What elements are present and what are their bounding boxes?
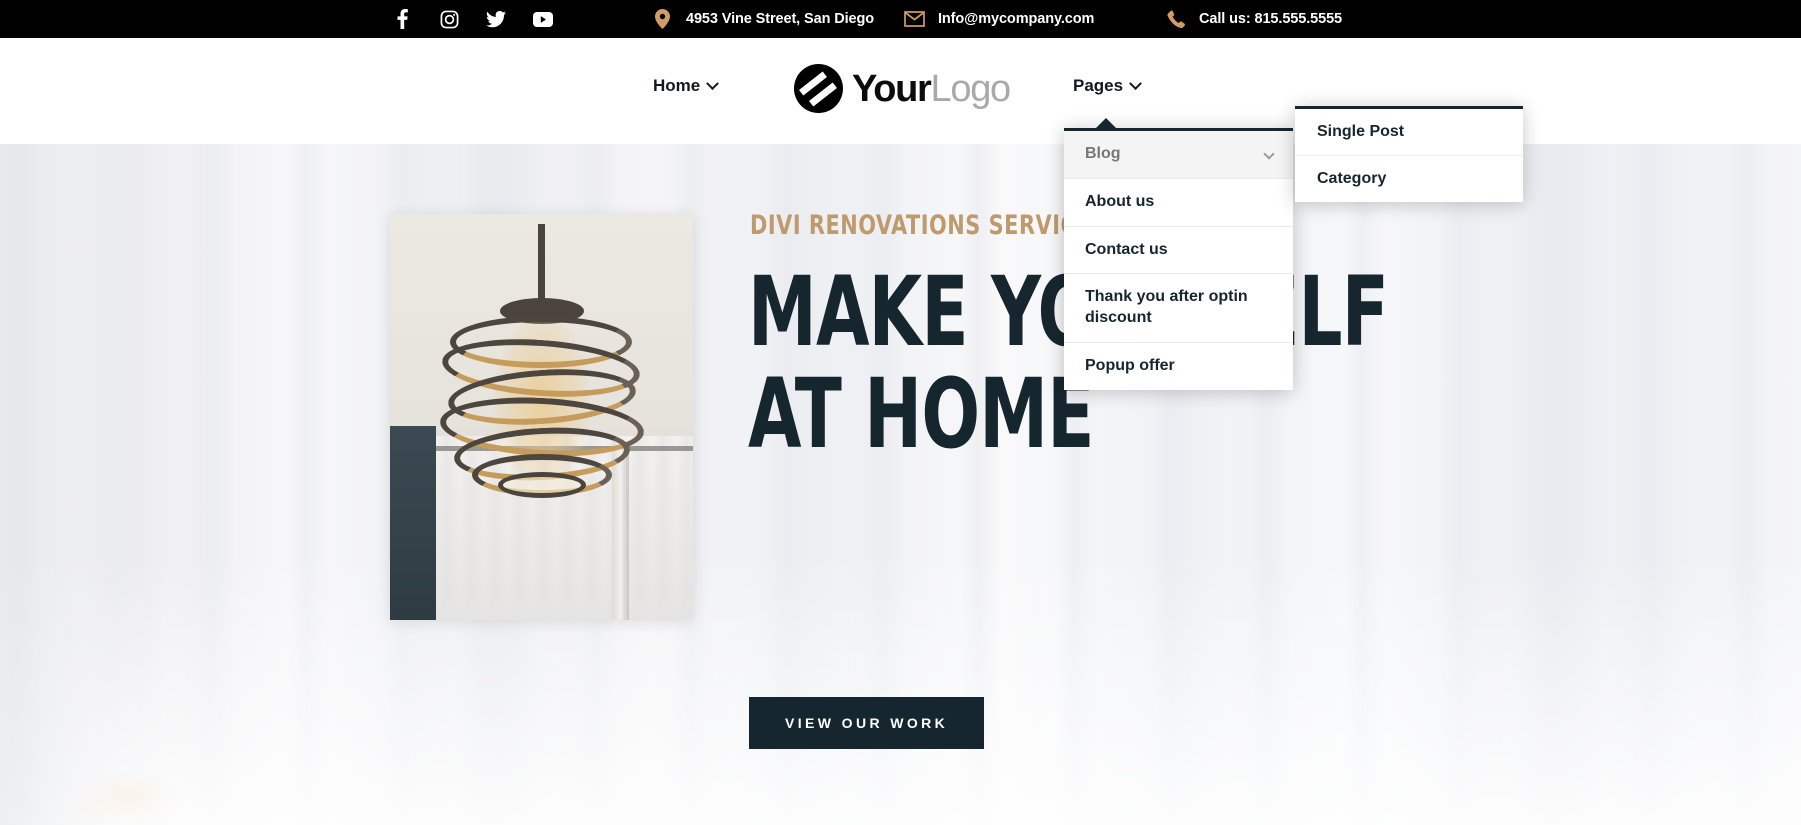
dropdown-item-blog-label: Blog: [1085, 145, 1121, 162]
address-info[interactable]: 4953 Vine Street, San Diego: [652, 9, 874, 30]
chandelier-illustration: [432, 224, 652, 544]
dropdown-item-popup-offer-label: Popup offer: [1085, 356, 1175, 374]
chevron-down-icon: [706, 76, 720, 90]
phone-info[interactable]: Call us: 815.555.5555: [1165, 9, 1342, 30]
nav-item-pages[interactable]: Pages: [1073, 76, 1142, 96]
submenu-item-category[interactable]: Category: [1295, 156, 1523, 202]
nav-item-pages-label: Pages: [1073, 76, 1124, 95]
dropdown-item-contact-us[interactable]: Contact us: [1064, 227, 1293, 275]
submenu-item-category-label: Category: [1317, 170, 1387, 187]
logo-text-secondary: Logo: [930, 67, 1012, 110]
dropdown-item-about-us[interactable]: About us: [1064, 179, 1293, 227]
chevron-down-icon: [1129, 76, 1142, 90]
chevron-down-icon: [1263, 148, 1275, 160]
twitter-icon[interactable]: [486, 9, 506, 29]
site-logo[interactable]: YourLogo: [794, 64, 1012, 113]
location-pin-icon: [652, 9, 673, 30]
dropdown-item-about-us-label: About us: [1085, 192, 1155, 210]
dropdown-item-thank-you-label: Thank you after optin discount: [1085, 288, 1248, 327]
logo-text: YourLogo: [852, 67, 1012, 110]
social-links: [392, 9, 553, 29]
submenu-item-single-post[interactable]: Single Post: [1295, 109, 1523, 156]
chandelier-base: [498, 472, 586, 498]
phone-icon: [1165, 9, 1186, 30]
logo-mark-icon: [794, 64, 843, 113]
phone-text: Call us: 815.555.5555: [1199, 11, 1342, 27]
photo-dark-wall: [390, 426, 436, 620]
logo-text-primary: Your: [852, 67, 932, 110]
youtube-icon[interactable]: [533, 9, 553, 29]
hero-chandelier-photo: [390, 214, 693, 620]
hero-eyebrow: DIVI RENOVATIONS SERVICE: [750, 210, 1092, 241]
nav-item-home[interactable]: Home: [653, 76, 720, 96]
email-text: Info@mycompany.com: [938, 11, 1095, 27]
hero-section: DIVI RENOVATIONS SERVICE MAKE YOURSELF A…: [0, 144, 1801, 825]
site-header: Home YourLogo Pages: [0, 38, 1801, 144]
dropdown-item-blog[interactable]: Blog: [1064, 131, 1293, 179]
top-bar: 4953 Vine Street, San Diego Info@mycompa…: [0, 0, 1801, 38]
view-our-work-button[interactable]: VIEW OUR WORK: [749, 697, 985, 749]
submenu-item-single-post-label: Single Post: [1317, 123, 1405, 140]
dropdown-item-popup-offer[interactable]: Popup offer: [1064, 343, 1293, 390]
dropdown-item-contact-us-label: Contact us: [1085, 240, 1168, 258]
primary-navigation: Home YourLogo Pages: [0, 38, 1801, 144]
blog-submenu: Single Post Category: [1295, 106, 1523, 202]
chandelier-stem: [538, 224, 545, 302]
facebook-icon[interactable]: [392, 9, 412, 29]
email-info[interactable]: Info@mycompany.com: [904, 9, 1094, 30]
pages-dropdown-menu: Blog About us Contact us Thank you after…: [1064, 118, 1293, 390]
envelope-icon: [904, 9, 925, 30]
dropdown-item-thank-you[interactable]: Thank you after optin discount: [1064, 274, 1293, 343]
instagram-icon[interactable]: [439, 9, 459, 29]
address-text: 4953 Vine Street, San Diego: [686, 11, 875, 27]
nav-item-home-label: Home: [653, 76, 701, 95]
